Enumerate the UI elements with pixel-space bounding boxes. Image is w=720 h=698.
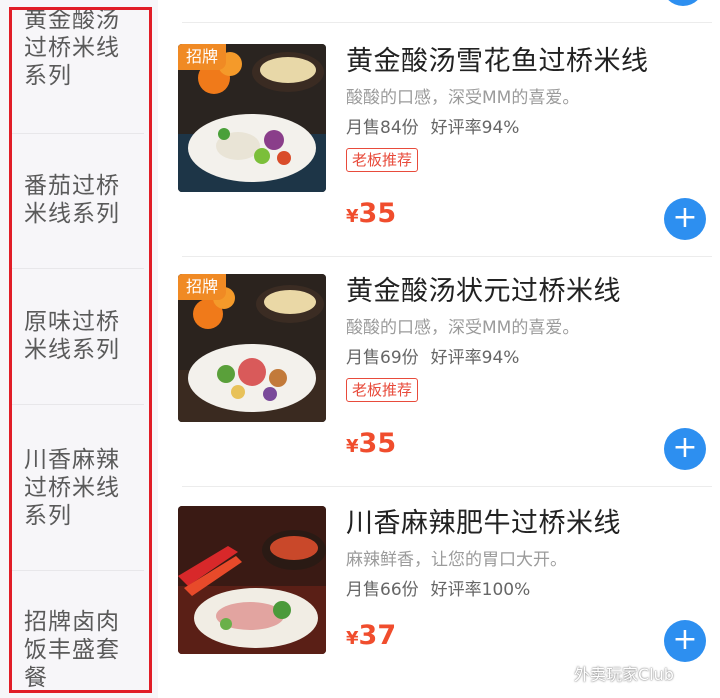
currency-symbol: ¥ xyxy=(346,628,359,649)
currency-symbol: ¥ xyxy=(346,206,359,227)
product-stats: 月售69份 好评率94% xyxy=(346,346,706,370)
product-stats: 月售84份 好评率94% xyxy=(346,116,706,140)
category-label-line: 川香麻辣 xyxy=(24,447,120,473)
category-item-original[interactable]: 原味过桥 米线系列 xyxy=(10,308,144,364)
price-value: 35 xyxy=(358,428,397,459)
category-label-line: 系列 xyxy=(24,63,72,89)
product-price: ¥35 xyxy=(346,428,396,459)
category-label-line: 招牌卤肉 xyxy=(24,609,120,635)
category-label-line: 过桥米线 xyxy=(24,35,120,61)
category-item-tomato[interactable]: 番茄过桥 米线系列 xyxy=(10,172,144,228)
category-label-line: 系列 xyxy=(24,503,72,529)
category-label-line: 饭丰盛套 xyxy=(24,637,120,663)
product-divider xyxy=(182,486,712,487)
category-label-line: 过桥米线 xyxy=(24,475,120,501)
category-divider xyxy=(10,268,144,269)
rating: 好评率100% xyxy=(430,580,531,600)
category-divider xyxy=(10,133,144,134)
watermark-text: 外卖玩家Club xyxy=(574,665,674,684)
add-to-cart-button[interactable]: + xyxy=(664,428,706,470)
product-name: 黄金酸汤雪花鱼过桥米线 xyxy=(346,46,649,77)
monthly-sales: 月售66份 xyxy=(346,580,419,600)
category-divider xyxy=(10,570,144,571)
product-card[interactable]: 招牌 黄金酸汤雪花鱼过桥米线 酸酸的口感，深受MM的喜爱。 月售84份 好评率94… xyxy=(158,44,720,254)
product-description: 酸酸的口感，深受MM的喜爱。 xyxy=(346,88,580,108)
watermark: 外卖玩家Club xyxy=(542,662,674,688)
category-label-line: 黄金酸汤 xyxy=(24,7,120,33)
category-label-line: 米线系列 xyxy=(24,337,120,363)
signature-badge-label: 招牌 xyxy=(185,277,218,296)
price-value: 35 xyxy=(358,198,397,229)
product-info: 川香麻辣肥牛过桥米线 麻辣鲜香，让您的胃口大开。 月售66份 好评率100% xyxy=(346,506,706,602)
product-price: ¥35 xyxy=(346,198,396,229)
category-label-line: 原味过桥 xyxy=(24,309,120,335)
product-image xyxy=(178,506,326,654)
currency-symbol: ¥ xyxy=(346,436,359,457)
owner-recommend-tag: 老板推荐 xyxy=(346,148,419,172)
product-info: 黄金酸汤雪花鱼过桥米线 酸酸的口感，深受MM的喜爱。 月售84份 好评率94% 老… xyxy=(346,44,706,172)
product-name: 黄金酸汤状元过桥米线 xyxy=(346,276,621,307)
add-button-partial[interactable] xyxy=(662,0,704,6)
product-description: 酸酸的口感，深受MM的喜爱。 xyxy=(346,318,580,338)
product-divider xyxy=(182,256,712,257)
category-divider xyxy=(10,404,144,405)
signature-badge: 招牌 xyxy=(178,274,226,300)
product-card[interactable]: 招牌 黄金酸汤状元过桥米线 酸酸的口感，深受MM的喜爱。 月售69份 好评率94%… xyxy=(158,274,720,484)
category-label-line: 番茄过桥 xyxy=(24,173,120,199)
product-info: 黄金酸汤状元过桥米线 酸酸的口感，深受MM的喜爱。 月售69份 好评率94% 老板… xyxy=(346,274,706,402)
add-to-cart-button[interactable]: + xyxy=(664,198,706,240)
product-description: 麻辣鲜香，让您的胃口大开。 xyxy=(346,550,567,570)
rating: 好评率94% xyxy=(430,348,520,368)
category-sidebar: 黄金酸汤 过桥米线 系列 番茄过桥 米线系列 原味过桥 米线系列 川香麻辣 过桥… xyxy=(0,0,158,698)
product-stats: 月售66份 好评率100% xyxy=(346,578,706,602)
category-item-braised-pork-rice[interactable]: 招牌卤肉 饭丰盛套 餐 xyxy=(10,608,144,692)
category-item-golden-sour-soup[interactable]: 黄金酸汤 过桥米线 系列 xyxy=(10,6,144,90)
product-price: ¥37 xyxy=(346,620,396,651)
product-name: 川香麻辣肥牛过桥米线 xyxy=(346,508,621,539)
owner-recommend-tag: 老板推荐 xyxy=(346,378,419,402)
category-label-line: 餐 xyxy=(24,665,48,691)
monthly-sales: 月售84份 xyxy=(346,118,419,138)
rating: 好评率94% xyxy=(430,118,520,138)
signature-badge: 招牌 xyxy=(178,44,226,70)
product-divider xyxy=(182,22,712,23)
category-label-line: 米线系列 xyxy=(24,201,120,227)
price-value: 37 xyxy=(358,620,397,651)
signature-badge-label: 招牌 xyxy=(185,47,218,66)
add-to-cart-button[interactable]: + xyxy=(664,620,706,662)
monthly-sales: 月售69份 xyxy=(346,348,419,368)
category-item-spicy[interactable]: 川香麻辣 过桥米线 系列 xyxy=(10,446,144,530)
wechat-icon xyxy=(542,665,568,685)
product-list: 招牌 黄金酸汤雪花鱼过桥米线 酸酸的口感，深受MM的喜爱。 月售84份 好评率94… xyxy=(158,0,720,698)
